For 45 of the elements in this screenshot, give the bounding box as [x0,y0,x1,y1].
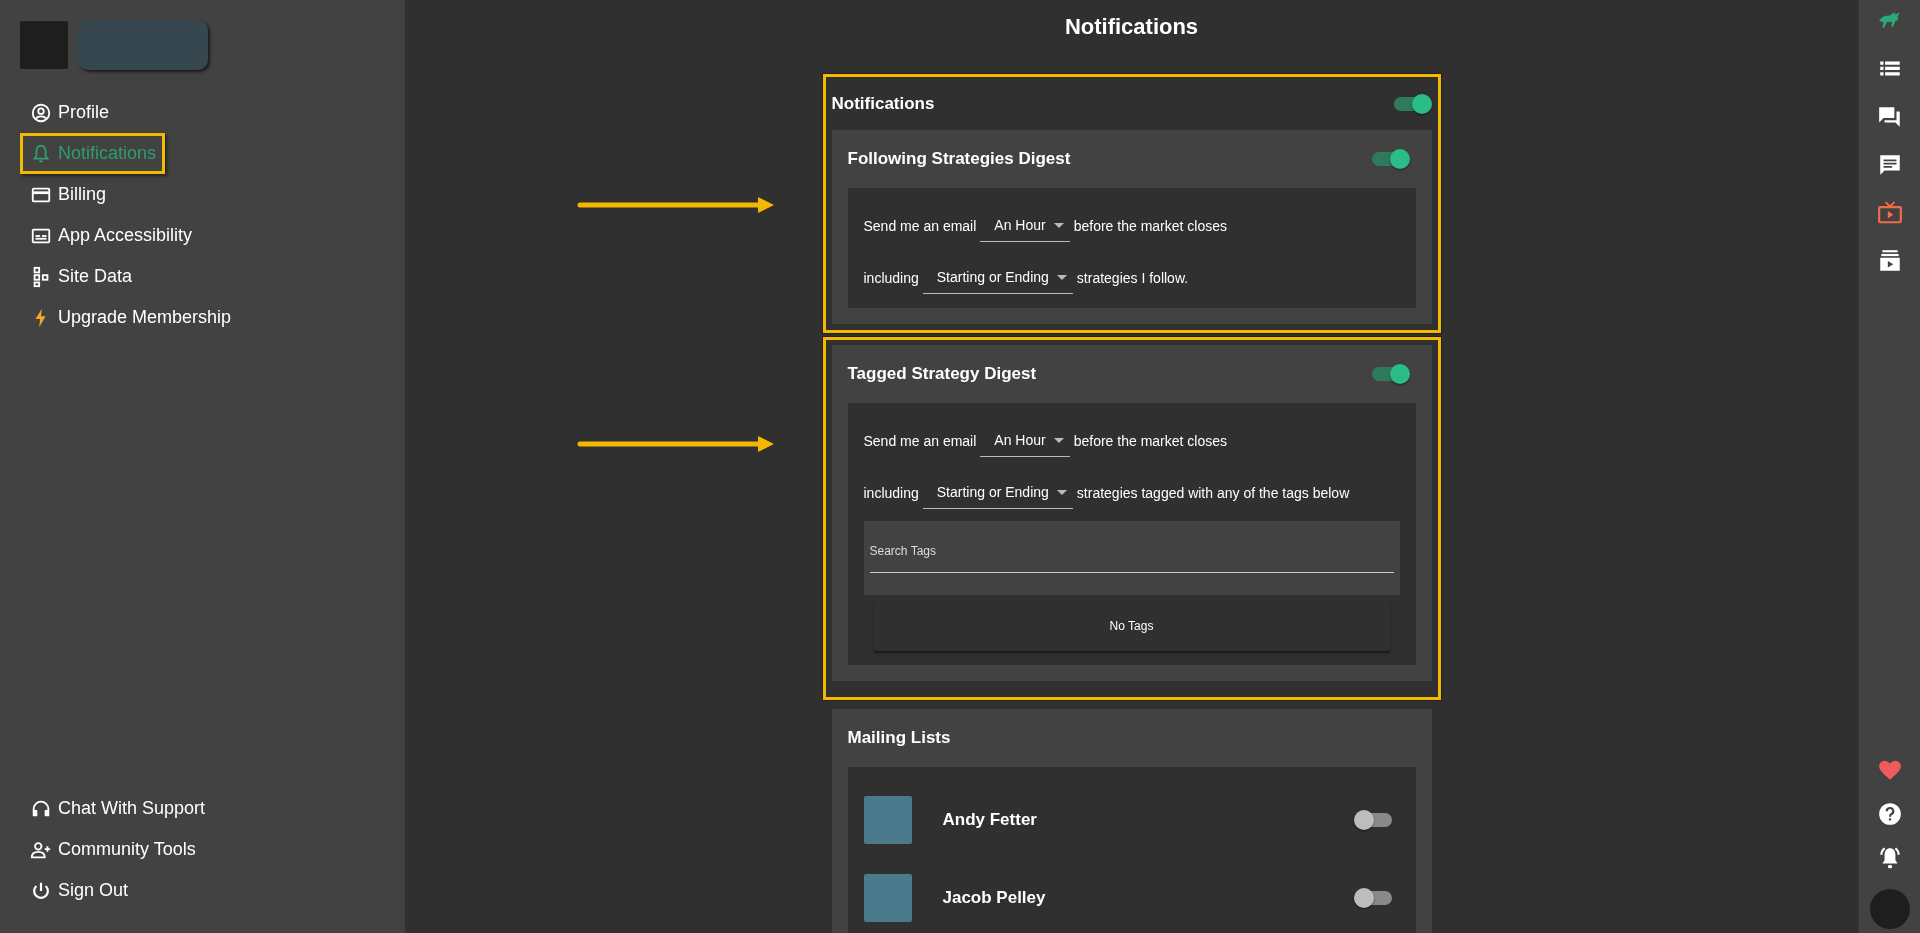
nav-link[interactable]: Community Tools [20,829,205,870]
person-name: Andy Fetter [942,810,1038,830]
help-icon[interactable] [1876,801,1903,827]
card-title: Following Strategies Digest [847,149,1071,169]
nav-link[interactable]: App Accessibility [20,215,202,256]
sentence-text: strategies I follow. [1076,270,1189,288]
sentence-text: including [863,270,919,288]
toggle-switch[interactable] [1393,96,1430,111]
toggle-switch[interactable] [1371,367,1408,381]
sentence-text: including [863,485,919,503]
dropdown[interactable]: Starting or Ending [922,269,1073,294]
sentence-text: before the market closes [1073,218,1227,236]
toggle-switch[interactable] [1355,891,1392,905]
caret-icon[interactable] [1053,222,1064,228]
page-title: Notifications [1064,14,1199,40]
sentence-text: Send me an email [863,218,977,236]
card-title: Mailing Lists [847,728,951,748]
toggle-switch[interactable] [1355,813,1392,827]
caret-icon[interactable] [1056,274,1067,280]
sentence-text: strategies tagged with any of the tags below [1076,485,1350,503]
dropdown[interactable]: An Hour [980,432,1070,457]
card-title: Tagged Strategy Digest [847,364,1037,384]
bell-icon[interactable] [30,142,52,165]
person-name: Jacob Pelley [942,888,1047,908]
user-circle-icon[interactable] [30,101,52,124]
dropdown[interactable]: An Hour [980,217,1070,242]
nav-link[interactable]: Billing [20,174,116,215]
photo-placeholder [863,874,912,922]
sentence-text: before the market closes [1073,433,1227,451]
nav-link[interactable]: Sign Out [20,870,138,911]
section-title: Notifications [831,93,935,114]
nav-link[interactable]: Chat With Support [20,788,215,829]
photo-placeholder [863,796,912,844]
nav-link[interactable]: Profile [20,92,119,133]
sentence-text: Send me an email [863,433,977,451]
empty-message: No Tags [1109,619,1154,633]
nav-link[interactable]: Upgrade Membership [20,297,241,338]
profile-photo-placeholder [20,21,68,69]
search-field[interactable]: Search Tags [863,521,1400,595]
caret-icon[interactable] [1053,437,1064,443]
caret-icon[interactable] [1056,489,1067,495]
toggle-switch[interactable] [1371,152,1408,166]
tv-icon[interactable] [1876,200,1903,226]
dropdown[interactable]: Starting or Ending [922,484,1073,509]
nav-link[interactable]: Site Data [20,256,142,297]
